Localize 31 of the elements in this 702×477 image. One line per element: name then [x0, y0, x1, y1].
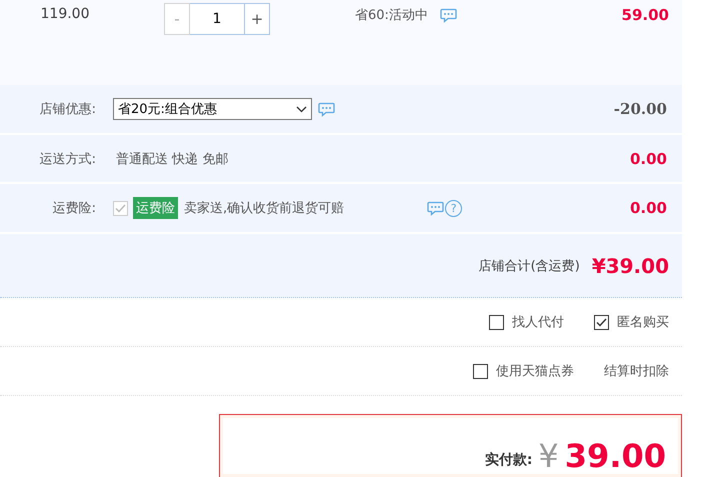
points-label: 使用天猫点券 — [496, 363, 574, 380]
shipping-label: 运送方式: — [38, 150, 96, 168]
discount-dropdown[interactable]: 省20元:组合优惠 — [113, 98, 312, 120]
payment-label: 实付款: — [484, 451, 532, 469]
comment-icon[interactable] — [427, 200, 444, 216]
insurance-label: 运费险: — [52, 200, 96, 217]
currency-symbol: ¥ — [538, 437, 559, 475]
chevron-icon — [296, 106, 307, 112]
shop-total-amount: ¥39.00 — [592, 254, 669, 278]
promo-text: 省60:活动中 — [355, 7, 428, 24]
insurance-amount: 0.00 — [630, 199, 667, 217]
unit-price: 119.00 — [40, 6, 90, 22]
checkbox[interactable] — [473, 364, 488, 378]
shop-total-label: 店铺合计(含运费) — [478, 258, 580, 274]
shipping-amount: 0.00 — [630, 150, 667, 168]
comment-icon[interactable] — [440, 8, 457, 22]
insurance-description: 卖家送,确认收货前退货可赔 — [184, 200, 344, 217]
quantity-field[interactable]: 1 — [190, 3, 244, 35]
points-note: 结算时扣除 — [604, 363, 669, 380]
option-label: 匿名购买 — [617, 314, 669, 331]
discount-label: 店铺优惠: — [38, 101, 96, 118]
increase-button[interactable]: + — [244, 3, 270, 35]
checkbox[interactable] — [489, 314, 504, 330]
item-subtotal: 59.00 — [622, 6, 669, 24]
discount-amount: -20.00 — [614, 100, 667, 118]
shipping-method: 普通配送 快递 免邮 — [116, 150, 228, 168]
checkbox[interactable] — [594, 314, 609, 330]
payment-amount: 39.00 — [564, 437, 666, 475]
comment-icon[interactable] — [318, 102, 335, 116]
option-label: 找人代付 — [512, 314, 564, 331]
insurance-tag: 运费险 — [133, 197, 178, 219]
